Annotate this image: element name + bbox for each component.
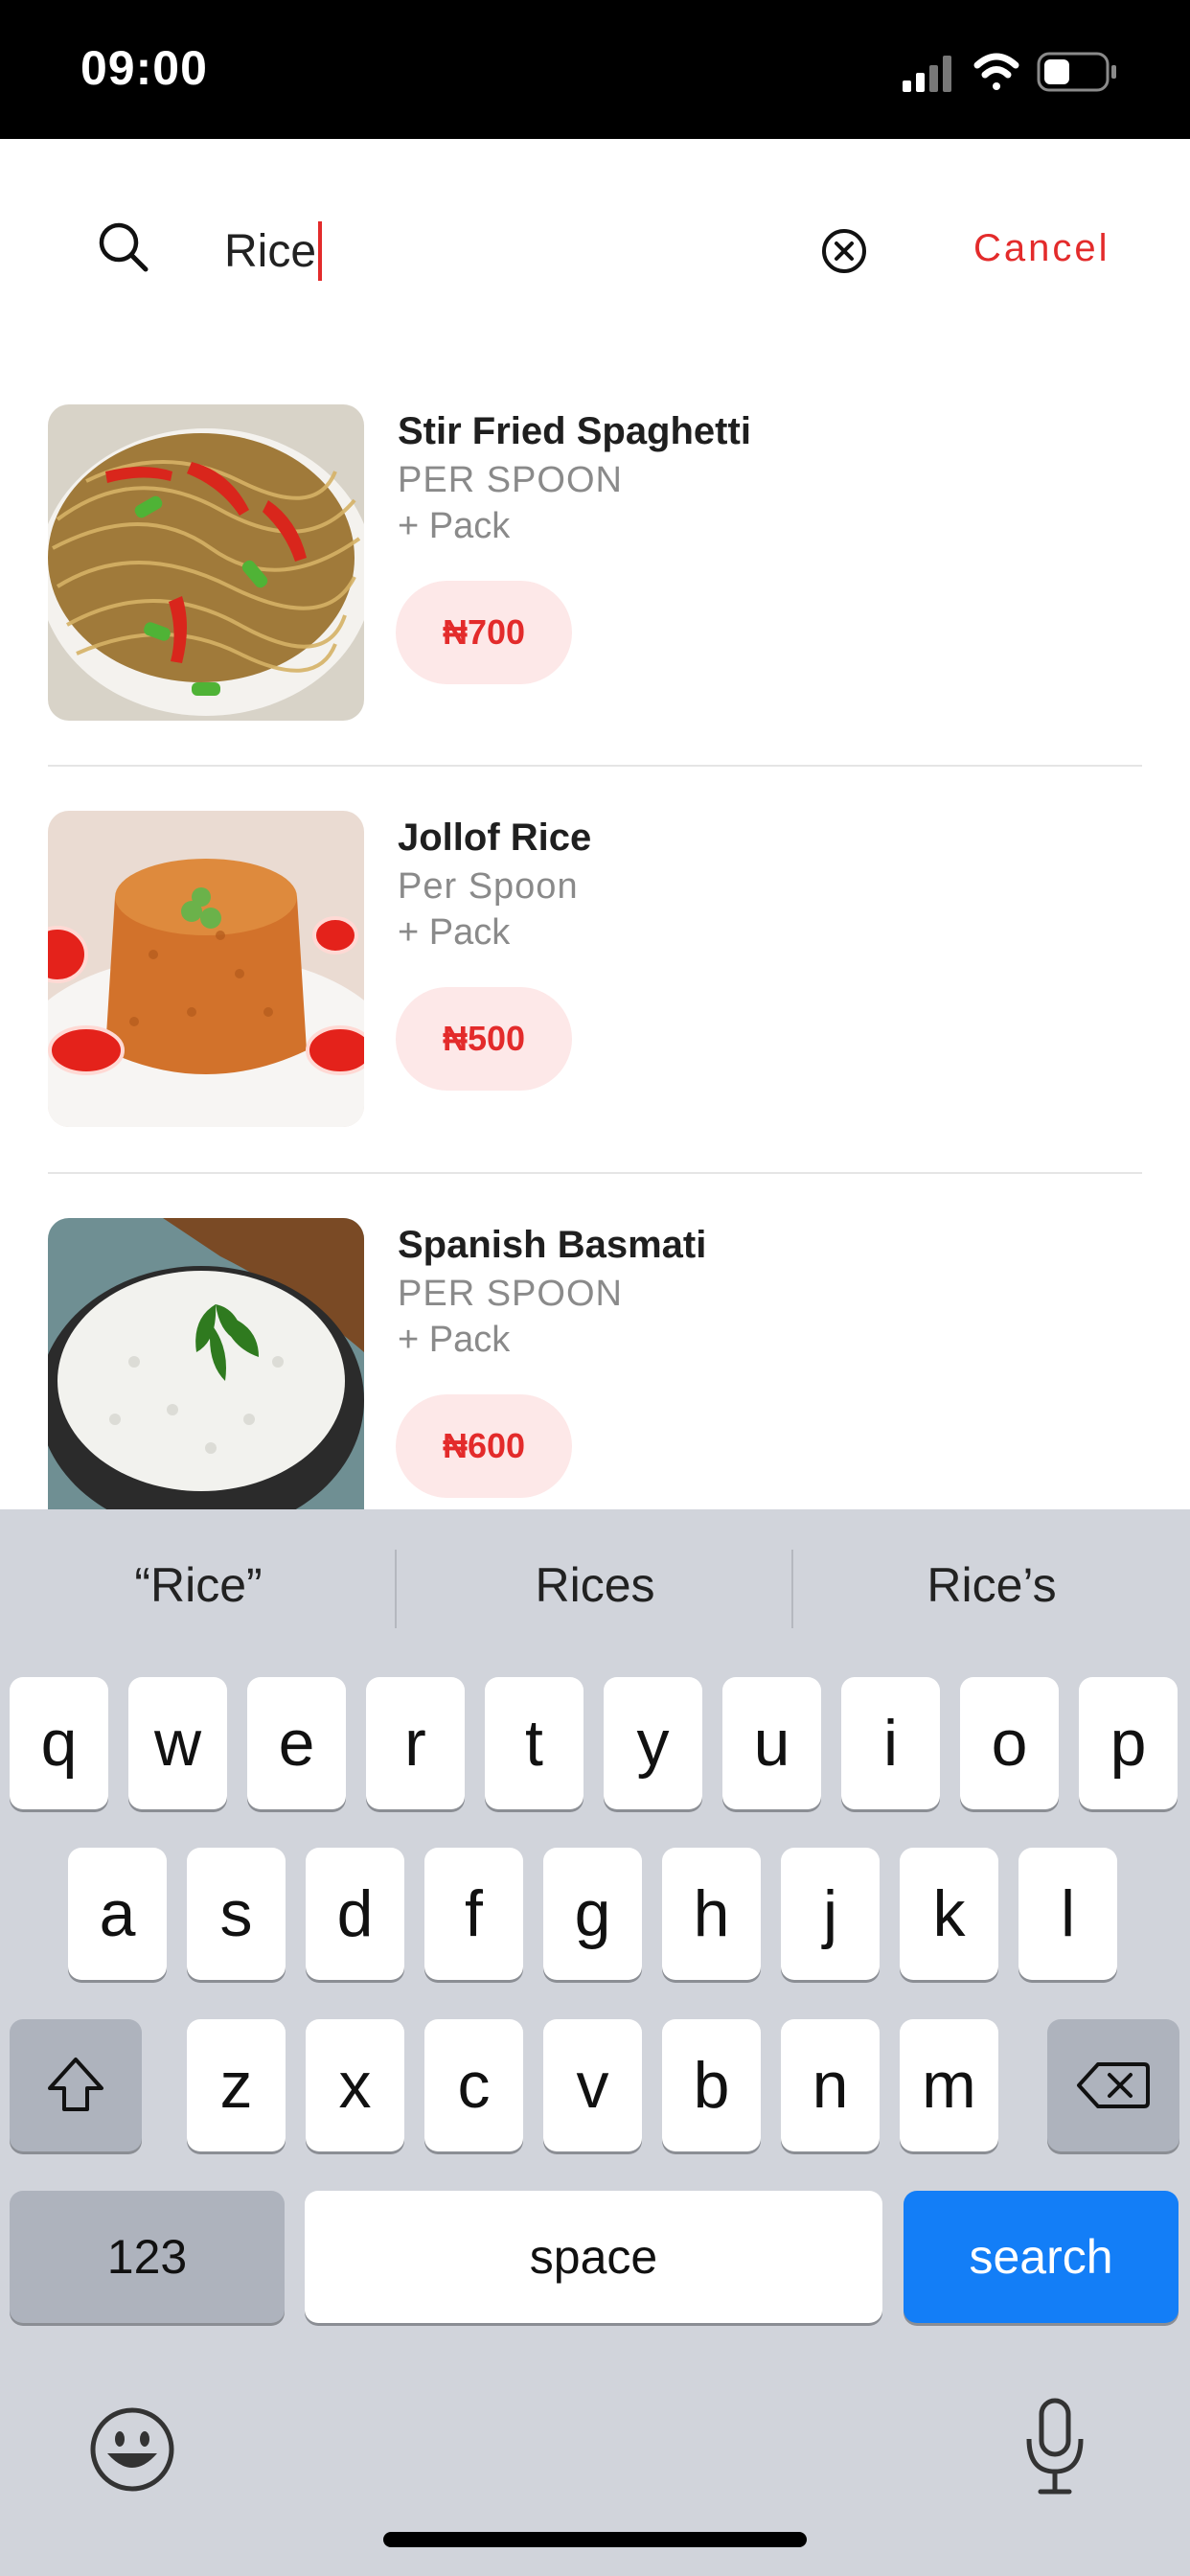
emoji-icon[interactable] [88,2405,176,2494]
key-p[interactable]: p [1079,1677,1178,1809]
key-h[interactable]: h [662,1848,761,1980]
space-key-label: space [529,2230,658,2284]
price-badge[interactable]: ₦500 [396,987,572,1091]
key-l[interactable]: l [1018,1848,1117,1980]
microphone-icon[interactable] [1021,2397,1088,2496]
key-e[interactable]: e [247,1677,346,1809]
key-o[interactable]: o [960,1677,1059,1809]
clear-search-icon[interactable] [820,227,868,275]
status-bar: 09:00 [0,0,1190,139]
key-x[interactable]: x [306,2019,404,2151]
search-icon [99,222,149,272]
key-i[interactable]: i [841,1677,940,1809]
key-c[interactable]: c [424,2019,523,2151]
text-caret [318,221,323,281]
food-image [48,811,364,1127]
key-v[interactable]: v [543,2019,642,2151]
search-bar: Rice Cancel [0,139,1190,359]
result-item-stir-fried-spaghetti[interactable]: Stir Fried Spaghetti PER SPOON + Pack ₦7… [48,404,1142,725]
key-s[interactable]: s [187,1848,286,1980]
search-key-label: search [969,2230,1113,2284]
key-j[interactable]: j [781,1848,880,1980]
shift-key[interactable] [10,2019,142,2151]
item-unit: PER SPOON [398,1274,623,1314]
shift-icon [48,2058,103,2111]
suggestion-2[interactable]: Rices [397,1557,793,1613]
key-n[interactable]: n [781,2019,880,2151]
search-query: Rice [224,225,317,277]
signal-icon [903,56,951,92]
item-pack: + Pack [398,506,511,546]
key-u[interactable]: u [722,1677,821,1809]
key-y[interactable]: y [604,1677,702,1809]
key-t[interactable]: t [485,1677,584,1809]
battery-icon [1037,52,1116,92]
item-unit: Per Spoon [398,866,579,907]
cancel-button[interactable]: Cancel [973,227,1110,270]
numbers-key[interactable]: 123 [10,2191,285,2323]
keyboard: “Rice” Rices Rice’s q w e r t y u i o p … [0,1509,1190,2576]
suggestion-1[interactable]: “Rice” [0,1557,397,1613]
food-image [48,404,364,721]
item-pack: + Pack [398,912,511,953]
item-title: Spanish Basmati [398,1224,707,1266]
key-b[interactable]: b [662,2019,761,2151]
space-key[interactable]: space [305,2191,882,2323]
search-input[interactable]: Rice [224,218,761,285]
result-item-spanish-basmati[interactable]: Spanish Basmati PER SPOON + Pack ₦600 [48,1218,1142,1509]
result-item-jollof-rice[interactable]: Jollof Rice Per Spoon + Pack ₦500 [48,811,1142,1132]
key-q[interactable]: q [10,1677,108,1809]
food-image [48,1218,364,1509]
status-icons [903,52,1116,92]
key-k[interactable]: k [900,1848,998,1980]
price-badge[interactable]: ₦600 [396,1394,572,1498]
home-indicator[interactable] [383,2532,807,2547]
key-d[interactable]: d [306,1848,404,1980]
key-f[interactable]: f [424,1848,523,1980]
key-r[interactable]: r [366,1677,465,1809]
backspace-key[interactable] [1047,2019,1179,2151]
numbers-key-label: 123 [106,2230,188,2284]
key-m[interactable]: m [900,2019,998,2151]
divider [48,1172,1142,1174]
wifi-icon [973,53,1019,90]
item-pack: + Pack [398,1320,511,1360]
item-title: Stir Fried Spaghetti [398,410,751,452]
key-g[interactable]: g [543,1848,642,1980]
search-key[interactable]: search [904,2191,1179,2323]
key-a[interactable]: a [68,1848,167,1980]
item-unit: PER SPOON [398,460,623,500]
suggestion-3[interactable]: Rice’s [793,1557,1190,1613]
backspace-icon [1077,2062,1150,2108]
divider [48,765,1142,767]
price-badge[interactable]: ₦700 [396,581,572,684]
key-w[interactable]: w [128,1677,227,1809]
status-time: 09:00 [80,41,208,95]
item-title: Jollof Rice [398,816,592,859]
suggestion-bar: “Rice” Rices Rice’s [0,1509,1190,1672]
key-z[interactable]: z [187,2019,286,2151]
